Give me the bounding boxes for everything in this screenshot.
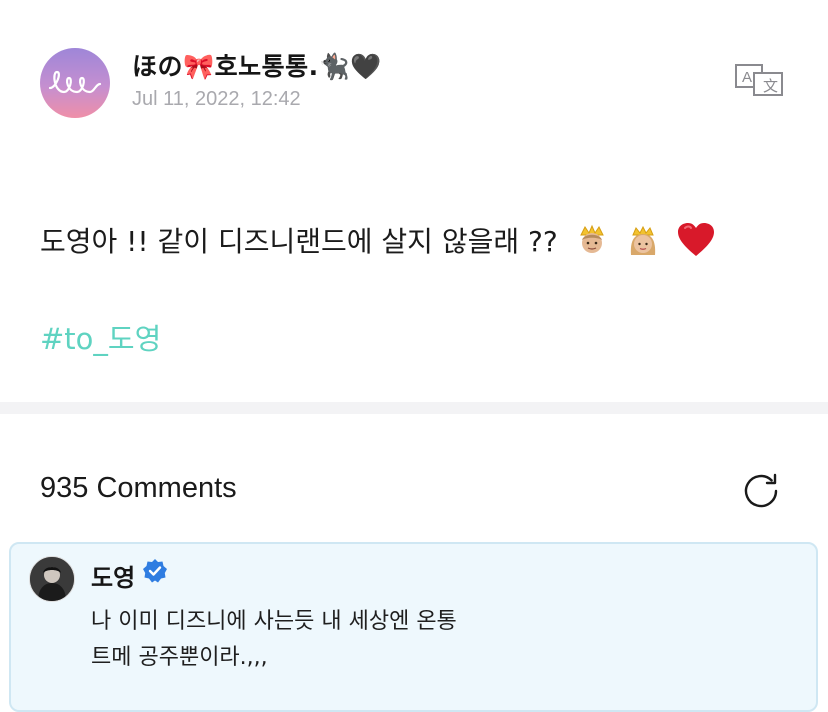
translate-icon[interactable]: A 文 [734,63,784,97]
prince-crown-emoji [575,223,609,264]
script-signature-icon [48,70,102,94]
svg-text:A: A [742,69,752,86]
comment-text: 나 이미 디즈니에 사는듯 내 세상엔 온통 트메 공주뿐이라.,,, [91,604,457,676]
post-body-text: 도영아 !! 같이 디즈니랜드에 살지 않을래 ?? [40,225,558,258]
post-body: 도영아 !! 같이 디즈니랜드에 살지 않을래 ?? [40,220,716,265]
refresh-icon[interactable] [738,468,784,514]
section-divider [0,402,828,414]
comment-item[interactable]: 도영 나 이미 디즈니에 사는듯 내 세상엔 온통 트메 공주뿐이라.,,, [9,542,818,712]
post-card: ほの🎀호노통통.🐈‍⬛🖤 Jul 11, 2022, 12:42 A 文 도영아… [0,0,828,402]
svg-text:文: 文 [763,78,778,95]
hashtag-link[interactable]: #to_도영 [40,316,161,358]
commenter-name[interactable]: 도영 [91,558,135,593]
post-date: Jul 11, 2022, 12:42 [132,88,301,110]
comment-text-line: 트메 공주뿐이라.,,, [91,645,268,670]
author-name[interactable]: ほの🎀호노통통.🐈‍⬛🖤 [132,47,382,83]
verified-badge-icon [142,558,168,584]
author-avatar[interactable] [40,48,110,118]
comments-count-heading: 935 Comments [40,472,237,504]
commenter-avatar[interactable] [29,556,75,602]
comment-text-line: 나 이미 디즈니에 사는듯 내 세상엔 온통 [91,609,457,634]
princess-crown-emoji [626,223,660,264]
heart-emoji [676,222,716,265]
